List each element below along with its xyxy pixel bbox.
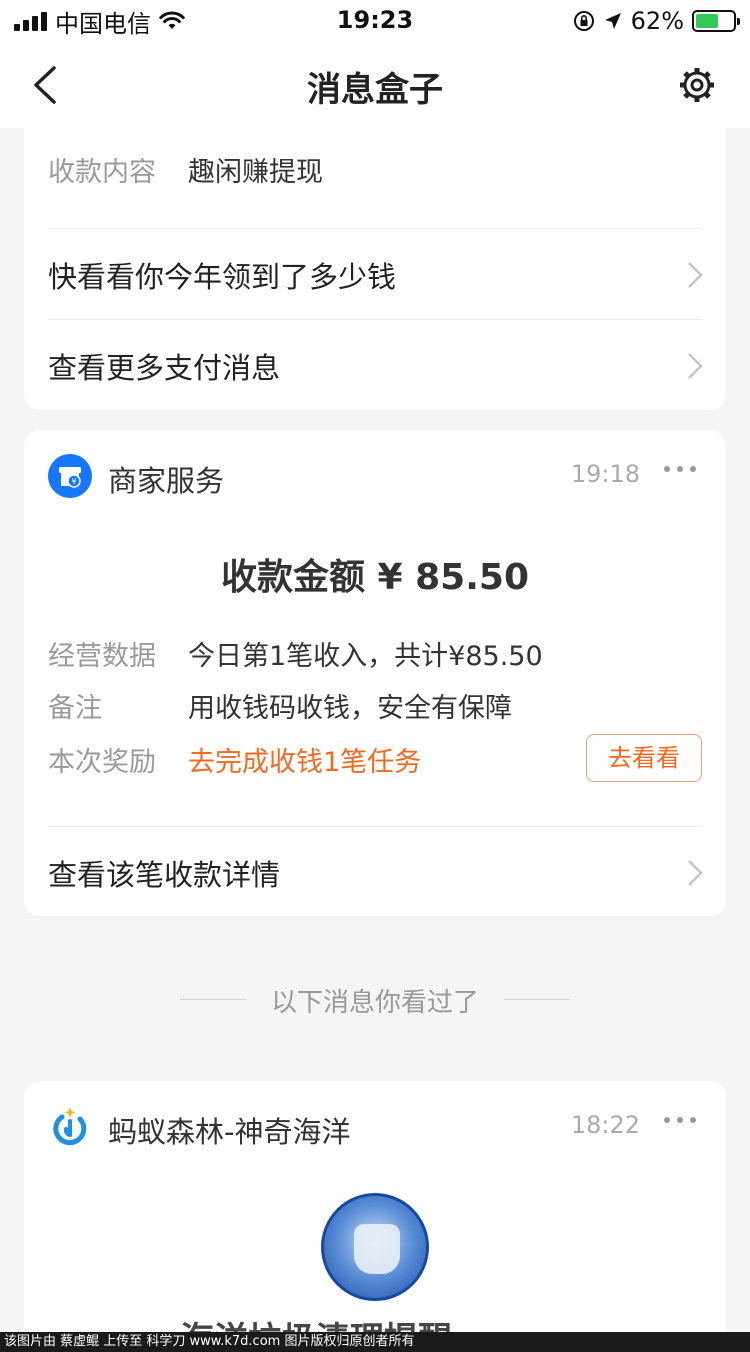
forest-time: 18:22 bbox=[570, 1111, 640, 1139]
forest-name: 蚂蚁森林-神奇海洋 bbox=[108, 1115, 351, 1149]
amount-text: 收款金额 ¥ 85.50 bbox=[221, 557, 529, 598]
ant-forest-icon bbox=[53, 1107, 87, 1146]
location-icon bbox=[604, 13, 621, 29]
more-options-icon[interactable] bbox=[664, 466, 696, 476]
page-title: 消息盒子 bbox=[307, 70, 443, 110]
chevron-right-icon bbox=[688, 353, 703, 379]
divider bbox=[48, 228, 702, 229]
yearly-summary-label: 快看看你今年领到了多少钱 bbox=[48, 260, 397, 294]
content-value: 趣闲赚提现 bbox=[188, 157, 323, 188]
ocean-cleanup-image bbox=[321, 1193, 429, 1301]
merchant-time: 19:18 bbox=[570, 460, 640, 488]
orientation-lock-icon bbox=[573, 11, 594, 31]
content-label: 收款内容 bbox=[48, 157, 156, 188]
more-options-icon[interactable] bbox=[664, 1117, 696, 1127]
chevron-right-icon bbox=[688, 860, 703, 886]
merchant-name: 商家服务 bbox=[108, 464, 225, 498]
chevron-right-icon bbox=[688, 262, 703, 288]
yearly-summary-link[interactable]: 快看看你今年领到了多少钱 bbox=[24, 230, 726, 320]
reward-label: 本次奖励 bbox=[48, 747, 156, 778]
watermark: 该图片由 蔡虚鲲 上传至 科学刀 www.k7d.com 图片版权归原创者所有 bbox=[0, 1332, 750, 1352]
forest-cut-title: 海洋垃圾清理提醒 bbox=[180, 1312, 452, 1332]
payment-detail-label: 查看该笔收款详情 bbox=[48, 858, 281, 892]
status-right: 62% bbox=[573, 6, 740, 36]
gear-icon[interactable] bbox=[676, 64, 718, 106]
more-payments-link[interactable]: 查看更多支付消息 bbox=[24, 321, 726, 411]
payment-detail-link[interactable]: 查看该笔收款详情 bbox=[24, 828, 726, 918]
svg-text:¥: ¥ bbox=[71, 477, 76, 486]
battery-percent: 62% bbox=[630, 7, 684, 35]
reward-value: 去完成收钱1笔任务 bbox=[188, 747, 422, 778]
seen-divider: 以下消息你看过了 bbox=[0, 982, 750, 1018]
merchant-card: ¥ 商家服务 19:18 收款金额 ¥ 85.50 经营数据 今日第1笔收入，共… bbox=[24, 430, 726, 916]
divider bbox=[48, 319, 702, 320]
status-bar: 中国电信 19:23 62% bbox=[0, 0, 750, 42]
more-payments-label: 查看更多支付消息 bbox=[48, 351, 281, 385]
battery-fill bbox=[696, 14, 719, 28]
payment-card: 收款内容 趣闲赚提现 快看看你今年领到了多少钱 查看更多支付消息 bbox=[24, 110, 726, 410]
business-data-label: 经营数据 bbox=[48, 641, 156, 672]
note-label: 备注 bbox=[48, 693, 102, 724]
seen-divider-text: 以下消息你看过了 bbox=[270, 988, 479, 1018]
forest-card[interactable]: 蚂蚁森林-神奇海洋 18:22 bbox=[24, 1081, 726, 1332]
business-data-value: 今日第1笔收入，共计¥85.50 bbox=[188, 641, 543, 672]
divider-line-right bbox=[504, 999, 570, 1000]
battery-icon bbox=[692, 10, 740, 32]
plastic-bag-graphic bbox=[354, 1224, 400, 1274]
note-value: 用收钱码收钱，安全有保障 bbox=[188, 693, 512, 724]
divider bbox=[48, 826, 702, 827]
goto-task-button[interactable]: 去看看 bbox=[586, 734, 702, 782]
merchant-shop-icon: ¥ bbox=[48, 454, 92, 498]
